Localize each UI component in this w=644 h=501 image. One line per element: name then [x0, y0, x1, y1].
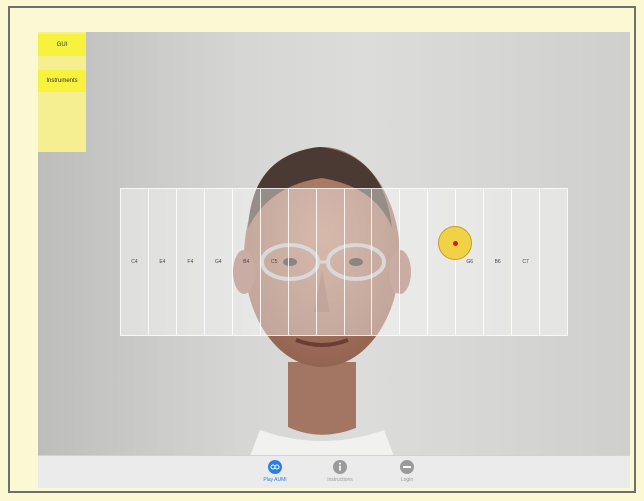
note-label: C7: [522, 259, 529, 265]
note-label: B6: [494, 259, 501, 265]
tab-instructions-label: Instructions: [327, 477, 353, 483]
note-key[interactable]: G6: [456, 189, 485, 335]
cursor-center-dot: [453, 241, 458, 246]
camera-view: GUI Instruments C4 E4 F4 G4 B4 C5 G6 B6 …: [38, 32, 630, 488]
note-key[interactable]: [316, 189, 345, 335]
note-label: B4: [243, 259, 250, 265]
note-label: G4: [214, 259, 222, 265]
note-keyboard[interactable]: C4 E4 F4 G4 B4 C5 G6 B6 C7: [120, 188, 568, 336]
tab-bar: Play AUMI Instructions Login: [38, 455, 630, 488]
app-frame: GUI Instruments C4 E4 F4 G4 B4 C5 G6 B6 …: [8, 6, 636, 493]
note-label: E4: [159, 259, 166, 265]
login-icon: [400, 460, 414, 474]
tab-play-aumi-label: Play AUMI: [263, 477, 287, 483]
note-key[interactable]: [288, 189, 317, 335]
note-key[interactable]: C5: [260, 189, 289, 335]
gui-button[interactable]: GUI: [38, 34, 86, 56]
note-key[interactable]: E4: [148, 189, 177, 335]
side-menu: GUI Instruments: [38, 32, 86, 152]
note-label: G6: [466, 259, 474, 265]
note-key[interactable]: [400, 189, 429, 335]
note-key[interactable]: [540, 189, 567, 335]
note-key[interactable]: B4: [232, 189, 261, 335]
tracking-cursor[interactable]: [438, 226, 472, 260]
note-label: F4: [187, 259, 194, 265]
tab-login[interactable]: Login: [380, 459, 434, 487]
tab-login-label: Login: [400, 477, 414, 483]
instruments-button[interactable]: Instruments: [38, 70, 86, 92]
info-icon: [333, 460, 347, 474]
tab-instructions[interactable]: Instructions: [313, 459, 367, 487]
note-key[interactable]: [344, 189, 373, 335]
note-key[interactable]: C4: [121, 189, 149, 335]
note-key[interactable]: G4: [204, 189, 233, 335]
note-label: C4: [131, 259, 138, 265]
tab-play-aumi[interactable]: Play AUMI: [248, 459, 302, 487]
note-label: C5: [270, 259, 278, 265]
note-key[interactable]: [428, 189, 457, 335]
play-aumi-icon: [268, 460, 282, 474]
note-key[interactable]: B6: [484, 189, 513, 335]
note-key[interactable]: [372, 189, 401, 335]
note-key[interactable]: C7: [512, 189, 541, 335]
note-key[interactable]: F4: [176, 189, 205, 335]
